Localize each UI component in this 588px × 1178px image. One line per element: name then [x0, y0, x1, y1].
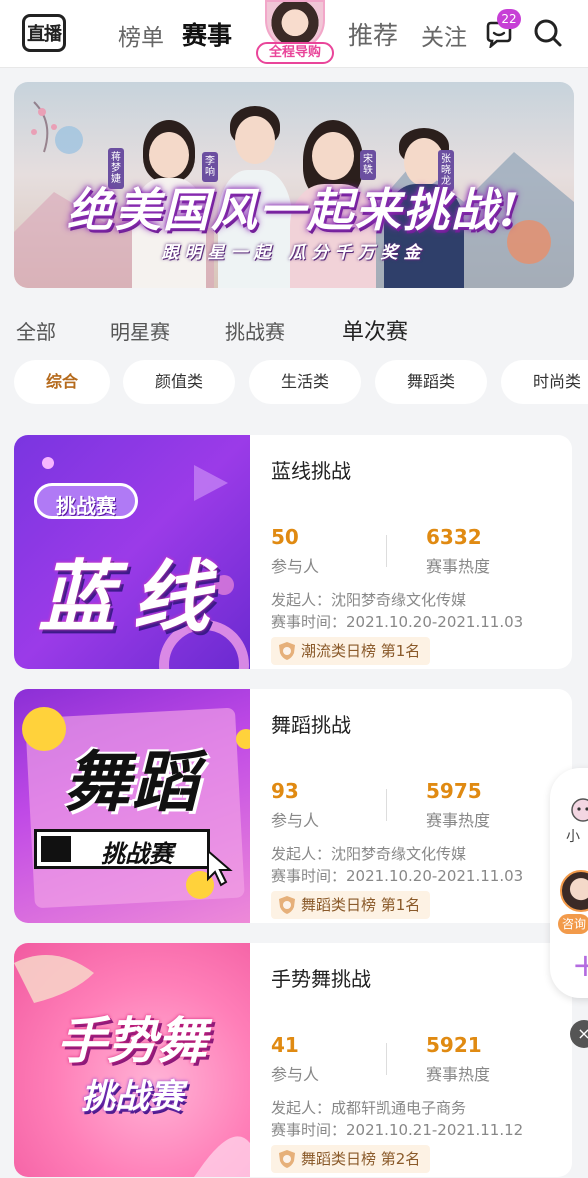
rank-text: 潮流类日榜 第1名: [301, 642, 421, 660]
event-title: 蓝线挑战: [271, 459, 351, 483]
event-card[interactable]: 挑战赛 蓝线 蓝线挑战 50 参与人 6332 赛事热度 发起人：沈阳梦奇缘文化…: [14, 435, 572, 669]
event-thumbnail: 挑战赛 蓝线: [14, 435, 250, 669]
tab-single[interactable]: 单次赛: [342, 314, 408, 346]
heat-value: 5921: [426, 1033, 482, 1057]
tab-all[interactable]: 全部: [16, 316, 56, 345]
live-logo[interactable]: 直播: [22, 14, 66, 52]
cursor-icon: [207, 849, 233, 887]
nav-tab-ranking[interactable]: 榜单: [118, 18, 164, 52]
search-icon[interactable]: [532, 17, 564, 49]
guide-label: 全程导购: [256, 42, 334, 64]
participants-count: 41: [271, 1033, 299, 1057]
participants-count: 93: [271, 779, 299, 803]
organizer: 发起人：沈阳梦奇缘文化传媒: [271, 845, 467, 863]
guide-avatar[interactable]: 全程导购: [256, 0, 334, 66]
event-time: 赛事时间：2021.10.20-2021.11.03: [271, 867, 524, 885]
event-time: 赛事时间：2021.10.21-2021.11.12: [271, 1121, 524, 1139]
event-time: 赛事时间：2021.10.20-2021.11.03: [271, 613, 524, 631]
thumbnail-subtitle: 挑战赛: [81, 1077, 183, 1117]
event-thumbnail: 舞蹈 挑战赛: [14, 689, 250, 923]
rank-badge[interactable]: 舞蹈类日榜 第2名: [271, 1145, 431, 1173]
heat-value: 6332: [426, 525, 482, 549]
trophy-icon: [279, 1150, 295, 1168]
organizer: 发起人：成都轩凯通电子商务: [271, 1099, 467, 1117]
stat-divider: [386, 535, 387, 567]
assistant-label: 小: [566, 829, 580, 845]
trophy-icon: [279, 896, 295, 914]
chip-overall[interactable]: 综合: [14, 360, 110, 404]
event-card[interactable]: 舞蹈 挑战赛 舞蹈挑战 93 参与人 5975 赛事热度 发起人：沈阳梦奇缘文化…: [14, 689, 572, 923]
banner-title: 绝美国风一起来挑战!: [66, 183, 522, 237]
tab-star-contest[interactable]: 明星赛: [110, 316, 170, 345]
message-badge: 22: [497, 9, 521, 29]
close-icon[interactable]: ×: [570, 1020, 588, 1048]
rank-badge[interactable]: 潮流类日榜 第1名: [271, 637, 431, 665]
participants-label: 参与人: [271, 811, 320, 830]
heat-value: 5975: [426, 779, 482, 803]
top-nav-bar: 直播 榜单 赛事 全程导购 推荐 关注 22: [0, 0, 588, 68]
event-card[interactable]: 手势舞 挑战赛 手势舞挑战 41 参与人 5921 赛事热度 发起人：成都轩凯通…: [14, 943, 572, 1177]
stat-divider: [386, 789, 387, 821]
event-thumbnail: 手势舞 挑战赛: [14, 943, 250, 1177]
chip-dance[interactable]: 舞蹈类: [375, 360, 487, 404]
category-chips: 综合 颜值类 生活类 舞蹈类 时尚类: [14, 360, 588, 406]
thumbnail-title: 舞蹈: [64, 743, 200, 821]
challenge-badge: 挑战赛: [34, 829, 210, 869]
participants-count: 50: [271, 525, 299, 549]
add-icon[interactable]: +: [572, 946, 588, 984]
nav-tab-recommend[interactable]: 推荐: [348, 16, 398, 52]
banner-subtitle: 跟明星一起 瓜分千万奖金: [161, 243, 427, 263]
thumbnail-title: 蓝线: [37, 552, 226, 643]
consultant-avatar: [560, 870, 588, 912]
nav-tab-follow[interactable]: 关注: [421, 18, 467, 52]
heat-label: 赛事热度: [426, 557, 491, 576]
promo-banner[interactable]: 蒋梦婕 李响 宋轶 张晓龙 绝美国风一起来挑战! 跟明星一起 瓜分千万奖金: [14, 82, 574, 288]
consult-label: 咨询: [558, 914, 588, 934]
thumbnail-title: 手势舞: [57, 1011, 207, 1070]
rank-text: 舞蹈类日榜 第2名: [301, 1150, 421, 1168]
challenge-badge: 挑战赛: [34, 483, 138, 519]
chip-life[interactable]: 生活类: [249, 360, 361, 404]
rank-badge[interactable]: 舞蹈类日榜 第1名: [271, 891, 431, 919]
chip-fashion[interactable]: 时尚类: [501, 360, 588, 404]
participants-label: 参与人: [271, 557, 320, 576]
tiger-icon: [571, 798, 588, 822]
chip-looks[interactable]: 颜值类: [123, 360, 235, 404]
participants-label: 参与人: [271, 1065, 320, 1084]
nav-tab-events[interactable]: 赛事: [182, 16, 232, 52]
stat-divider: [386, 1043, 387, 1075]
rank-text: 舞蹈类日榜 第1名: [301, 896, 421, 914]
trophy-icon: [279, 642, 295, 660]
floating-assistant[interactable]: 小 咨询 +: [550, 768, 588, 998]
heat-label: 赛事热度: [426, 811, 491, 830]
heat-label: 赛事热度: [426, 1065, 491, 1084]
event-title: 舞蹈挑战: [271, 713, 351, 737]
organizer: 发起人：沈阳梦奇缘文化传媒: [271, 591, 467, 609]
tab-challenge[interactable]: 挑战赛: [225, 316, 285, 345]
event-title: 手势舞挑战: [271, 967, 371, 991]
